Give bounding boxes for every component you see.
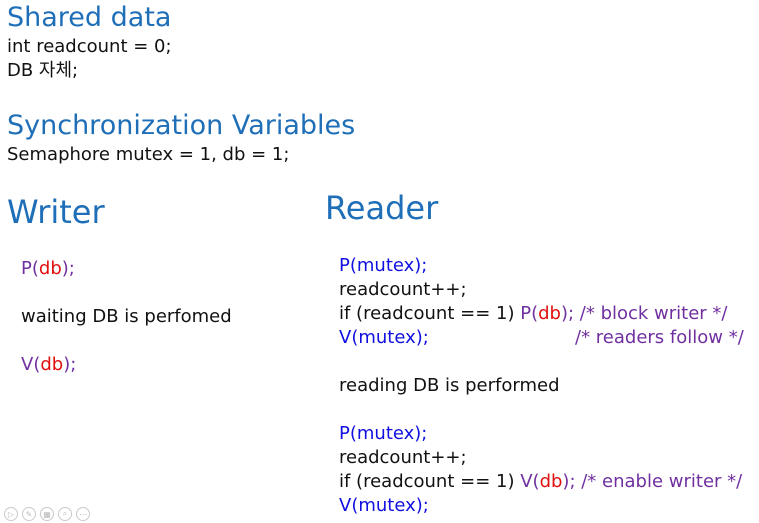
reader-line-if-p-db: if (readcount == 1) P(db); /* block writ… [339, 302, 728, 326]
reader-line-p-mutex-2: P(mutex); [339, 423, 428, 444]
reader-line-v-mutex-2: V(mutex); [339, 495, 429, 516]
reader-line-if-v-db: if (readcount == 1) V(db); /* enable wri… [339, 470, 742, 494]
sync-vars-line: Semaphore mutex = 1, db = 1; [7, 144, 290, 165]
p-call: P( [21, 258, 39, 279]
p-call: P( [520, 303, 539, 324]
reader-line-v-mutex: V(mutex); [339, 327, 429, 348]
writer-title: Writer [7, 193, 105, 231]
db-arg: db [40, 354, 64, 375]
comment-readers-follow: /* readers follow */ [575, 327, 744, 348]
v-call: V( [520, 471, 540, 492]
if-condition: if (readcount == 1) [339, 471, 521, 492]
call-end: ); [63, 354, 77, 375]
call-end: ); [61, 258, 75, 279]
v-call: V( [21, 354, 41, 375]
pen-icon[interactable]: ✎ [22, 507, 36, 521]
reader-line-readcount-inc-2: readcount++; [339, 447, 467, 468]
writer-v-db: V(db); [21, 353, 76, 377]
slides-icon[interactable]: ▦ [40, 507, 54, 521]
db-arg: db [538, 303, 561, 324]
slideshow-toolbar: ▷ ✎ ▦ ⌕ ⋯ [4, 507, 90, 521]
zoom-icon[interactable]: ⌕ [58, 507, 72, 521]
play-icon[interactable]: ▷ [4, 507, 18, 521]
reader-title: Reader [325, 189, 439, 227]
call-end: ); [560, 303, 575, 324]
db-arg: db [38, 258, 62, 279]
comment-block-writer: /* block writer */ [574, 303, 728, 324]
comment-enable-writer: /* enable writer */ [575, 471, 743, 492]
sync-vars-title: Synchronization Variables [7, 110, 356, 141]
call-end: ); [562, 471, 576, 492]
writer-p-db: P(db); [21, 257, 75, 281]
reader-line-reading: reading DB is performed [339, 375, 560, 396]
writer-waiting-line: waiting DB is perfomed [21, 306, 232, 327]
reader-line-p-mutex: P(mutex); [339, 255, 428, 276]
db-arg: db [539, 471, 563, 492]
shared-data-title: Shared data [7, 2, 172, 33]
if-condition: if (readcount == 1) [339, 303, 521, 324]
reader-line-readcount-inc: readcount++; [339, 279, 467, 300]
more-icon[interactable]: ⋯ [76, 507, 90, 521]
shared-line-db: DB 자체; [7, 60, 79, 81]
shared-line-readcount: int readcount = 0; [7, 36, 172, 57]
